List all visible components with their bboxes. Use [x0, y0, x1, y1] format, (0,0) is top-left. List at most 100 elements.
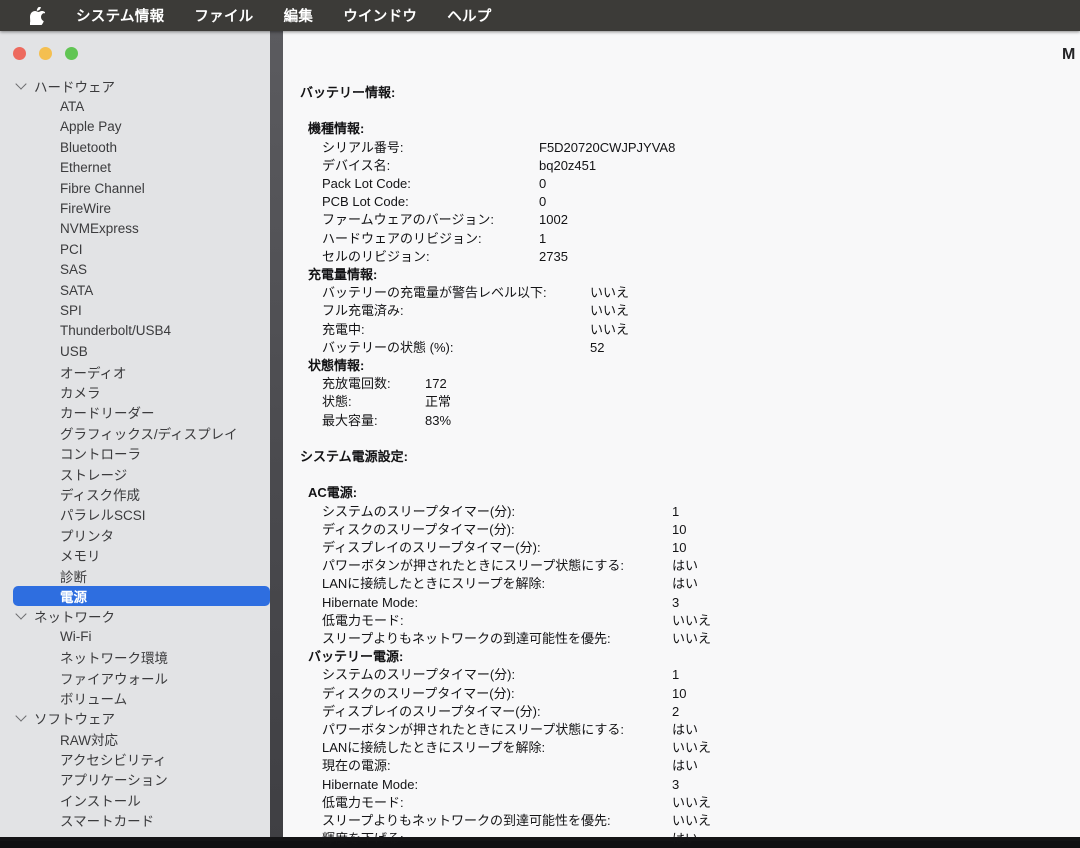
menu-item-2[interactable]: 編集 [284, 5, 314, 26]
sidebar-section-0[interactable]: ハードウェア [0, 76, 270, 96]
pane-divider[interactable] [270, 31, 283, 841]
report-section-header: 状態情報: [283, 357, 1080, 375]
report-row: パワーボタンが押されたときにスリープ状態にする:はい [283, 721, 1080, 739]
menu-item-1[interactable]: ファイル [194, 5, 253, 26]
report-row-value: 10 [666, 521, 686, 539]
sidebar-item-23[interactable]: メモリ [0, 545, 270, 565]
sidebar-item-16[interactable]: カードリーダー [0, 402, 270, 422]
report-row-label: シリアル番号: [322, 139, 533, 157]
menu-item-0[interactable]: システム情報 [76, 5, 164, 26]
sidebar-item-12[interactable]: Thunderbolt/USB4 [0, 321, 270, 341]
chevron-down-icon[interactable] [15, 79, 26, 90]
report-row: LANに接続したときにスリープを解除:いいえ [283, 739, 1080, 757]
menu-item-4[interactable]: ヘルプ [447, 5, 491, 26]
sidebar-item-21[interactable]: パラレルSCSI [0, 504, 270, 524]
sidebar-item-30[interactable]: ボリューム [0, 688, 270, 708]
report-row-value: はい [666, 757, 698, 775]
report-section-header: 充電量情報: [283, 266, 1080, 284]
chevron-down-icon[interactable] [15, 711, 26, 722]
report-row-value: F5D20720CWJPJYVA8 [533, 139, 675, 157]
sidebar-item-29[interactable]: ファイアウォール [0, 667, 270, 687]
sidebar-item-7[interactable]: NVMExpress [0, 219, 270, 239]
chevron-down-icon[interactable] [15, 609, 26, 620]
sidebar-item-34[interactable]: アプリケーション [0, 769, 270, 789]
report-row: ディスプレイのスリープタイマー(分):10 [283, 539, 1080, 557]
sidebar-item-28[interactable]: ネットワーク環境 [0, 647, 270, 667]
report-section-header: バッテリー電源: [283, 648, 1080, 666]
sidebar-label: オーディオ [60, 362, 127, 382]
report-section-header: AC電源: [283, 484, 1080, 502]
report-row-value: 2735 [533, 248, 568, 266]
sidebar-item-5[interactable]: Fibre Channel [0, 178, 270, 198]
sidebar-item-17[interactable]: グラフィックス/ディスプレイ [0, 423, 270, 443]
sidebar-label: NVMExpress [60, 221, 139, 236]
sidebar-label: 診断 [60, 566, 87, 586]
sidebar-label: RAW対応 [60, 729, 118, 749]
sidebar-item-20[interactable]: ディスク作成 [0, 484, 270, 504]
sidebar-item-11[interactable]: SPI [0, 300, 270, 320]
report-row: スリープよりもネットワークの到達可能性を優先:いいえ [283, 630, 1080, 648]
report-row: セルのリビジョン:2735 [283, 248, 1080, 266]
sidebar-nav: ハードウェアATAApple PayBluetoothEthernetFibre… [0, 76, 270, 830]
report-row: Pack Lot Code:0 [283, 175, 1080, 193]
report-row-value: 1 [533, 230, 546, 248]
blank-line [283, 430, 1080, 448]
report-row-label: 現在の電源: [322, 757, 666, 775]
sidebar-item-10[interactable]: SATA [0, 280, 270, 300]
sidebar-item-15[interactable]: カメラ [0, 382, 270, 402]
sidebar-item-2[interactable]: Apple Pay [0, 117, 270, 137]
sidebar-item-25[interactable]: 電源 [13, 586, 270, 606]
minimize-button[interactable] [39, 47, 52, 60]
sidebar-item-32[interactable]: RAW対応 [0, 729, 270, 749]
sidebar-item-24[interactable]: 診断 [0, 565, 270, 585]
sidebar-item-33[interactable]: アクセシビリティ [0, 749, 270, 769]
report-row-label: スリープよりもネットワークの到達可能性を優先: [322, 630, 666, 648]
report-row: 状態:正常 [283, 393, 1080, 411]
report-row-label: Hibernate Mode: [322, 776, 666, 794]
sidebar-item-8[interactable]: PCI [0, 239, 270, 259]
report-section-header: 機種情報: [283, 120, 1080, 138]
sidebar-label: ネットワーク [34, 606, 115, 626]
sidebar-item-1[interactable]: ATA [0, 96, 270, 116]
sidebar-label: コントローラ [60, 443, 141, 463]
report-row-label: Pack Lot Code: [322, 175, 533, 193]
sidebar-item-3[interactable]: Bluetooth [0, 137, 270, 157]
sidebar-label: ボリューム [60, 688, 127, 708]
report-row-label: ハードウェアのリビジョン: [322, 230, 533, 248]
sidebar-label: メモリ [60, 545, 101, 565]
sidebar-item-27[interactable]: Wi-Fi [0, 627, 270, 647]
report-row-value: 10 [666, 539, 686, 557]
zoom-button[interactable] [65, 47, 78, 60]
report-row-value: 172 [419, 375, 447, 393]
sidebar-item-18[interactable]: コントローラ [0, 443, 270, 463]
menu-item-3[interactable]: ウインドウ [343, 5, 417, 26]
blank-line [283, 466, 1080, 484]
sidebar-label: SPI [60, 303, 82, 318]
sidebar-item-35[interactable]: インストール [0, 790, 270, 810]
sidebar-item-22[interactable]: プリンタ [0, 525, 270, 545]
sidebar-item-13[interactable]: USB [0, 341, 270, 361]
report-row-value: 52 [584, 339, 604, 357]
apple-menu-icon[interactable] [30, 6, 46, 25]
sidebar-item-9[interactable]: SAS [0, 260, 270, 280]
sidebar-label: グラフィックス/ディスプレイ [60, 423, 238, 443]
sidebar-item-36[interactable]: スマートカード [0, 810, 270, 830]
report-row: ディスプレイのスリープタイマー(分):2 [283, 703, 1080, 721]
sidebar-item-6[interactable]: FireWire [0, 198, 270, 218]
report-row: Hibernate Mode:3 [283, 594, 1080, 612]
sidebar-item-19[interactable]: ストレージ [0, 463, 270, 483]
sidebar-item-14[interactable]: オーディオ [0, 361, 270, 381]
window-controls [13, 47, 78, 60]
report-row-label: 低電力モード: [322, 612, 666, 630]
report-row-label: 低電力モード: [322, 794, 666, 812]
report-row-value: いいえ [666, 630, 711, 648]
report-row-label: 最大容量: [322, 412, 419, 430]
content-pane: M バッテリー情報:機種情報:シリアル番号:F5D20720CWJPJYVA8デ… [283, 31, 1080, 841]
report-row-label: バッテリーの充電量が警告レベル以下: [322, 284, 584, 302]
report-row-value: 2 [666, 703, 679, 721]
sidebar-section-26[interactable]: ネットワーク [0, 606, 270, 626]
report-row-value: はい [666, 557, 698, 575]
sidebar-section-31[interactable]: ソフトウェア [0, 708, 270, 728]
sidebar-item-4[interactable]: Ethernet [0, 158, 270, 178]
close-button[interactable] [13, 47, 26, 60]
